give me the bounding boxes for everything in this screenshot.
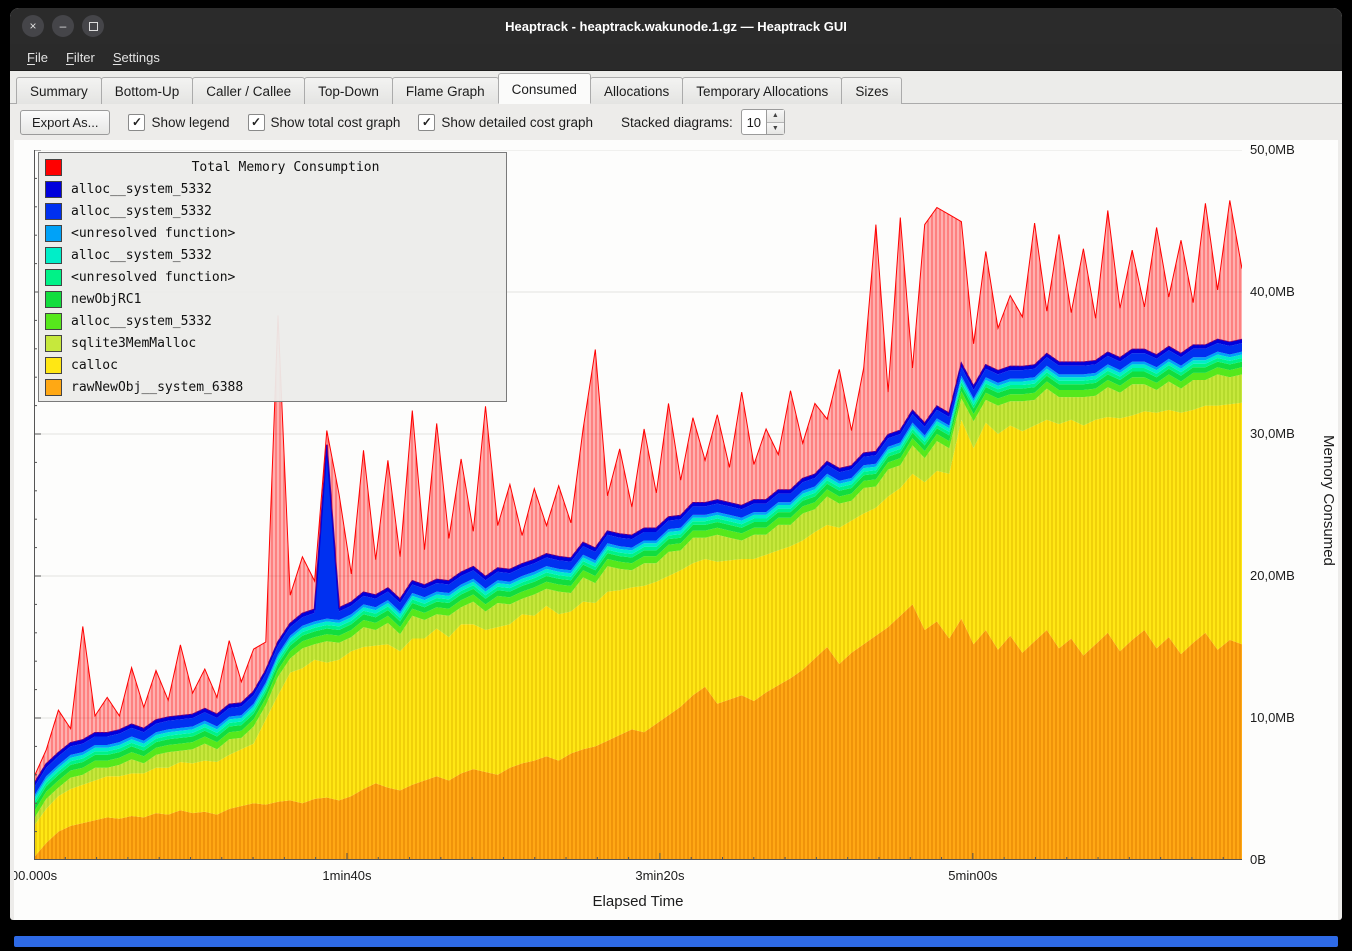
tab-bottom-up[interactable]: Bottom-Up (101, 77, 194, 104)
tab-summary[interactable]: Summary (16, 77, 102, 104)
menu-settings[interactable]: Settings (104, 47, 169, 68)
checkbox-label: Show legend (151, 115, 229, 130)
spinbox-value: 10 (742, 110, 766, 134)
legend-label: alloc__system_5332 (71, 248, 212, 263)
window-title: Heaptrack - heaptrack.wakunode.1.gz — He… (505, 19, 847, 34)
legend-label: calloc (71, 358, 118, 373)
minimize-icon: – (60, 19, 67, 33)
legend-label: <unresolved function> (71, 226, 235, 241)
chart-area: 0B 10,0MB 20,0MB 30,0MB 40,0MB 50,0MB 00.000s 1… (14, 140, 1338, 920)
stacked-diagrams-spinbox[interactable]: 10 ▲ ▼ (741, 109, 785, 135)
spinbox-down-icon[interactable]: ▼ (767, 123, 784, 135)
legend-swatch (45, 181, 62, 198)
legend-label: alloc__system_5332 (71, 204, 212, 219)
checkbox-label: Show total cost graph (271, 115, 401, 130)
legend-entry: <unresolved function> (45, 266, 500, 288)
legend-entry: alloc__system_5332 (45, 178, 500, 200)
legend-swatch (45, 203, 62, 220)
tab-sizes[interactable]: Sizes (841, 77, 902, 104)
bottom-accent-bar[interactable] (14, 936, 1338, 947)
toolbar: Export As... ✓ Show legend ✓ Show total cos… (10, 104, 1342, 140)
y-tick-label: 10,0MB (1250, 710, 1295, 725)
maximize-button[interactable] (82, 15, 104, 37)
checkbox-show-legend[interactable]: ✓ Show legend (128, 114, 229, 131)
y-tick-label: 40,0MB (1250, 284, 1295, 299)
y-tick-label: 30,0MB (1250, 426, 1295, 441)
tab-allocations[interactable]: Allocations (590, 77, 683, 104)
x-axis-title: Elapsed Time (593, 893, 684, 910)
y-tick-label: 50,0MB (1250, 142, 1295, 157)
menu-filter[interactable]: Filter (57, 47, 104, 68)
checkmark-icon: ✓ (418, 114, 435, 131)
menu-bar: FileFilterSettings (10, 44, 1342, 71)
tab-temporary-allocations[interactable]: Temporary Allocations (682, 77, 842, 104)
legend-swatch-total (45, 159, 62, 176)
legend-entry: alloc__system_5332 (45, 310, 500, 332)
legend-label: alloc__system_5332 (71, 314, 212, 329)
x-tick-label: 1min40s (322, 868, 371, 883)
legend-swatch (45, 335, 62, 352)
close-icon: × (29, 19, 36, 33)
legend-title: Total Memory Consumption (71, 160, 500, 175)
legend-swatch (45, 313, 62, 330)
legend-entry: rawNewObj__system_6388 (45, 376, 500, 398)
y-tick-label: 0B (1250, 852, 1266, 867)
checkbox-show-detailed-cost-graph[interactable]: ✓ Show detailed cost graph (418, 114, 593, 131)
export-as-button[interactable]: Export As... (20, 110, 110, 135)
chart-legend: Total Memory Consumption alloc__system_53… (38, 152, 507, 402)
tab-caller-callee[interactable]: Caller / Callee (192, 77, 305, 104)
legend-label: alloc__system_5332 (71, 182, 212, 197)
legend-swatch (45, 379, 62, 396)
y-tick-label: 20,0MB (1250, 568, 1295, 583)
title-bar[interactable]: × – Heaptrack - heaptrack.wakunode.1.gz … (10, 8, 1342, 44)
legend-entry: sqlite3MemMalloc (45, 332, 500, 354)
legend-label: newObjRC1 (71, 292, 141, 307)
legend-swatch (45, 247, 62, 264)
checkmark-icon: ✓ (128, 114, 145, 131)
menu-file[interactable]: File (18, 47, 57, 68)
checkbox-show-total-cost-graph[interactable]: ✓ Show total cost graph (248, 114, 401, 131)
legend-entry: <unresolved function> (45, 222, 500, 244)
maximize-icon (89, 22, 98, 31)
heaptrack-window: × – Heaptrack - heaptrack.wakunode.1.gz … (10, 8, 1342, 920)
legend-swatch (45, 269, 62, 286)
minimize-button[interactable]: – (52, 15, 74, 37)
legend-entry: newObjRC1 (45, 288, 500, 310)
checkbox-label: Show detailed cost graph (441, 115, 593, 130)
close-button[interactable]: × (22, 15, 44, 37)
tab-bar: SummaryBottom-UpCaller / CalleeTop-DownF… (10, 71, 1342, 104)
stacked-diagrams-label: Stacked diagrams: (621, 115, 733, 130)
spinbox-up-icon[interactable]: ▲ (767, 110, 784, 123)
legend-swatch (45, 225, 62, 242)
legend-label: rawNewObj__system_6388 (71, 380, 243, 395)
legend-label: <unresolved function> (71, 270, 235, 285)
y-axis-title: Memory Consumed (1320, 435, 1337, 566)
legend-entry: alloc__system_5332 (45, 200, 500, 222)
x-tick-label: 00.000s (14, 868, 57, 883)
legend-entry: calloc (45, 354, 500, 376)
legend-swatch (45, 291, 62, 308)
legend-swatch (45, 357, 62, 374)
tab-consumed[interactable]: Consumed (498, 73, 591, 104)
checkmark-icon: ✓ (248, 114, 265, 131)
legend-entry: alloc__system_5332 (45, 244, 500, 266)
tab-top-down[interactable]: Top-Down (304, 77, 393, 104)
x-tick-label: 5min00s (948, 868, 997, 883)
legend-label: sqlite3MemMalloc (71, 336, 196, 351)
tab-flame-graph[interactable]: Flame Graph (392, 77, 499, 104)
x-tick-label: 3min20s (635, 868, 684, 883)
